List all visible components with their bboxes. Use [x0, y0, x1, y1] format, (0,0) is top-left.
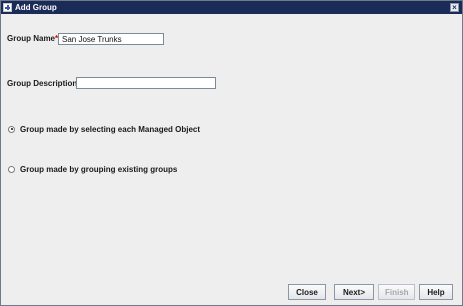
next-button[interactable]: Next>: [334, 284, 374, 300]
option-label: Group made by selecting each Managed Obj…: [20, 124, 201, 134]
radio-select-managed-objects[interactable]: [8, 125, 15, 133]
close-button[interactable]: Close: [288, 284, 326, 300]
group-description-input[interactable]: [76, 77, 216, 89]
group-description-label: Group Description: [7, 79, 78, 88]
option-label: Group made by grouping existing groups: [20, 164, 178, 174]
title-bar: Add Group ×: [1, 1, 462, 14]
radio-group-existing-groups[interactable]: [8, 165, 15, 173]
group-name-label: Group Name*: [7, 34, 59, 43]
finish-button[interactable]: Finish: [378, 284, 415, 300]
add-group-dialog: Add Group × Group Name* Group Descriptio…: [0, 0, 463, 306]
help-button[interactable]: Help: [419, 284, 453, 300]
app-window-icon: [3, 3, 12, 12]
group-name-input[interactable]: [58, 33, 164, 45]
option-select-managed-objects[interactable]: Group made by selecting each Managed Obj…: [8, 124, 200, 134]
dialog-content: Group Name* Group Description Group made…: [1, 14, 462, 305]
option-group-existing-groups[interactable]: Group made by grouping existing groups: [8, 164, 177, 174]
dialog-title: Add Group: [15, 3, 57, 12]
close-icon[interactable]: ×: [450, 3, 459, 12]
